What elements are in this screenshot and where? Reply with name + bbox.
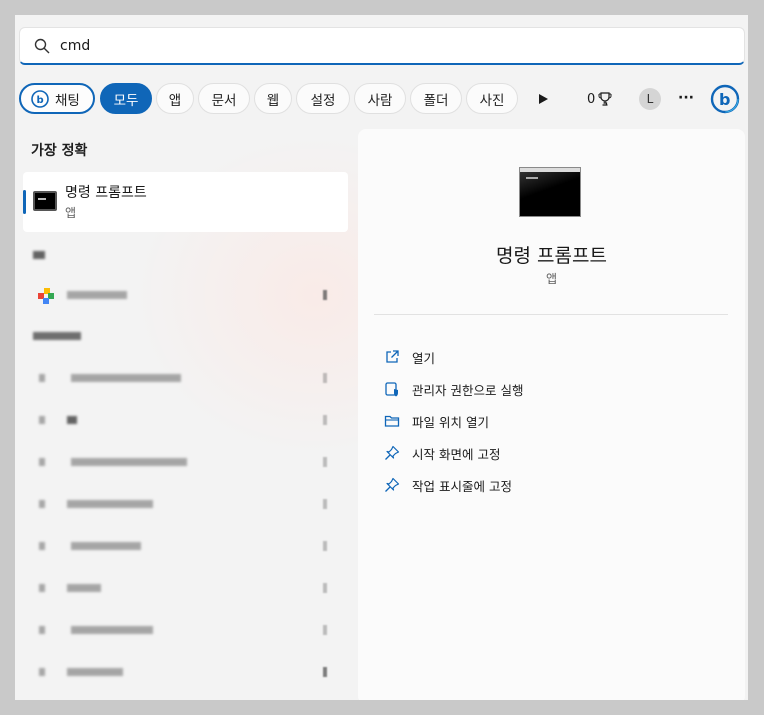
blurred-result-row[interactable] xyxy=(31,454,331,470)
bing-chat-icon: b xyxy=(710,84,740,114)
action-label: 관리자 권한으로 실행 xyxy=(412,382,524,398)
svg-text:b: b xyxy=(37,95,44,106)
account-avatar[interactable]: L xyxy=(639,88,661,110)
command-prompt-icon xyxy=(33,191,57,211)
tab-documents[interactable]: 문서 xyxy=(198,83,250,114)
tab-apps[interactable]: 앱 xyxy=(156,83,194,114)
search-icon xyxy=(34,38,50,54)
tab-folders[interactable]: 폴더 xyxy=(410,83,462,114)
pin-icon xyxy=(385,445,400,460)
blurred-section-heading xyxy=(31,247,51,263)
filter-bar: b 채팅 모두 앱 문서 웹 설정 사람 폴더 사진 0 L ··· b xyxy=(19,83,748,115)
start-search-panel: b 채팅 모두 앱 문서 웹 설정 사람 폴더 사진 0 L ··· xyxy=(15,15,748,700)
best-match-name: 명령 프롬프트 xyxy=(65,185,147,201)
blurred-section-heading xyxy=(31,328,111,344)
blurred-result-row[interactable] xyxy=(31,287,331,303)
action-run-as-admin[interactable]: 관리자 권한으로 실행 xyxy=(384,378,523,400)
detail-pane: 명령 프롬프트 앱 열기 관리자 권한으로 실행 파일 위치 열기 시작 화면에… xyxy=(358,129,745,700)
tab-people[interactable]: 사람 xyxy=(354,83,406,114)
bing-button[interactable]: b xyxy=(709,83,741,115)
action-open[interactable]: 열기 xyxy=(384,346,435,368)
action-label: 시작 화면에 고정 xyxy=(412,446,501,462)
action-label: 열기 xyxy=(412,350,436,366)
blurred-result-row[interactable] xyxy=(31,496,331,512)
best-match-item[interactable]: 명령 프롬프트 앱 xyxy=(23,172,348,232)
search-input[interactable] xyxy=(60,34,660,58)
tab-web[interactable]: 웹 xyxy=(254,83,292,114)
action-pin-to-taskbar[interactable]: 작업 표시줄에 고정 xyxy=(384,474,512,496)
bing-icon: b xyxy=(31,89,49,108)
detail-subtitle: 앱 xyxy=(545,272,558,286)
action-pin-to-start[interactable]: 시작 화면에 고정 xyxy=(384,442,500,464)
action-open-file-location[interactable]: 파일 위치 열기 xyxy=(384,410,489,432)
blurred-result-row[interactable] xyxy=(31,370,331,386)
folder-icon xyxy=(384,415,400,427)
detail-title: 명령 프롬프트 xyxy=(496,245,607,267)
action-label: 파일 위치 열기 xyxy=(412,414,489,430)
tab-all[interactable]: 모두 xyxy=(100,83,152,114)
tab-settings[interactable]: 설정 xyxy=(296,83,350,114)
open-external-icon xyxy=(386,350,399,363)
command-prompt-large-icon xyxy=(519,167,581,217)
blurred-result-row[interactable] xyxy=(31,412,331,428)
chat-button[interactable]: b 채팅 xyxy=(19,83,95,114)
shield-admin-icon xyxy=(385,382,398,397)
play-icon xyxy=(539,94,548,104)
blurred-result-row[interactable] xyxy=(31,580,331,596)
best-match-kind: 앱 xyxy=(65,206,77,220)
selection-indicator xyxy=(23,190,26,214)
blurred-result-row[interactable] xyxy=(31,622,331,638)
search-box[interactable] xyxy=(19,27,745,65)
trophy-icon xyxy=(598,92,612,106)
chat-label: 채팅 xyxy=(55,92,80,109)
svg-text:b: b xyxy=(719,90,730,109)
more-options-button[interactable]: ··· xyxy=(675,88,697,108)
rewards-button[interactable]: 0 xyxy=(587,89,612,109)
best-match-heading: 가장 정확 xyxy=(31,143,88,159)
pin-icon xyxy=(385,477,400,492)
rewards-points: 0 xyxy=(587,91,596,107)
divider xyxy=(374,314,728,315)
tab-photos[interactable]: 사진 xyxy=(466,83,518,114)
blurred-result-row[interactable] xyxy=(31,664,331,680)
more-filters-button[interactable] xyxy=(533,89,553,109)
action-label: 작업 표시줄에 고정 xyxy=(412,478,512,494)
blurred-result-row[interactable] xyxy=(31,538,331,554)
